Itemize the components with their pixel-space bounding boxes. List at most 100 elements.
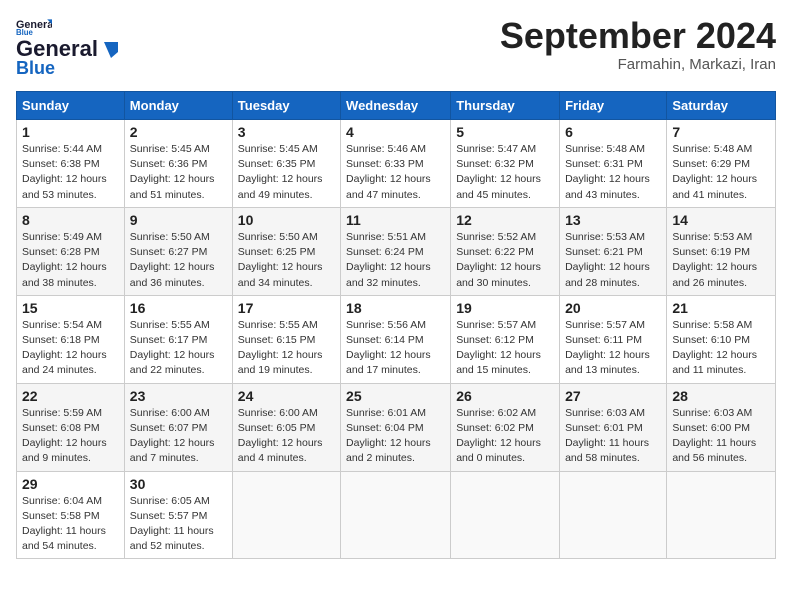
calendar-cell: 9Sunrise: 5:50 AMSunset: 6:27 PMDaylight… [124,207,232,295]
calendar-table: Sunday Monday Tuesday Wednesday Thursday… [16,91,776,559]
col-saturday: Saturday [667,92,776,120]
calendar-cell: 24 Sunrise: 6:00 AMSunset: 6:05 PMDayligh… [232,383,340,471]
logo-icon: General Blue [16,16,52,36]
calendar-cell: 25 Sunrise: 6:01 AMSunset: 6:04 PMDayligh… [341,383,451,471]
day-number: 15 [22,300,119,316]
day-number: 14 [672,212,770,228]
calendar-week-row: 1 Sunrise: 5:44 AMSunset: 6:38 PMDaylight… [17,120,776,208]
day-number: 17 [238,300,335,316]
calendar-cell: 2 Sunrise: 5:45 AMSunset: 6:36 PMDaylight… [124,120,232,208]
calendar-cell: 28 Sunrise: 6:03 AMSunset: 6:00 PMDayligh… [667,383,776,471]
day-number: 25 [346,388,445,404]
day-info: Sunrise: 5:53 AMSunset: 6:19 PMDaylight:… [672,230,770,291]
calendar-cell: 16 Sunrise: 5:55 AMSunset: 6:17 PMDayligh… [124,295,232,383]
calendar-cell: 1 Sunrise: 5:44 AMSunset: 6:38 PMDaylight… [17,120,125,208]
day-number: 29 [22,476,119,492]
day-info: Sunrise: 5:56 AMSunset: 6:14 PMDaylight:… [346,318,445,379]
day-info: Sunrise: 5:59 AMSunset: 6:08 PMDaylight:… [22,406,119,467]
col-thursday: Thursday [451,92,560,120]
day-number: 9 [130,212,227,228]
day-info: Sunrise: 5:54 AMSunset: 6:18 PMDaylight:… [22,318,119,379]
calendar-week-row: 8Sunrise: 5:49 AMSunset: 6:28 PMDaylight… [17,207,776,295]
calendar-cell: 22 Sunrise: 5:59 AMSunset: 6:08 PMDayligh… [17,383,125,471]
day-number: 2 [130,124,227,140]
day-info: Sunrise: 5:57 AMSunset: 6:11 PMDaylight:… [565,318,661,379]
day-info: Sunrise: 6:02 AMSunset: 6:02 PMDaylight:… [456,406,554,467]
day-number: 22 [22,388,119,404]
calendar-cell: 26 Sunrise: 6:02 AMSunset: 6:02 PMDayligh… [451,383,560,471]
day-number: 1 [22,124,119,140]
day-number: 3 [238,124,335,140]
title-block: September 2024 Farmahin, Markazi, Iran [500,16,776,73]
day-info: Sunrise: 5:52 AMSunset: 6:22 PMDaylight:… [456,230,554,291]
calendar-cell: 10Sunrise: 5:50 AMSunset: 6:25 PMDayligh… [232,207,340,295]
calendar-cell: 23 Sunrise: 6:00 AMSunset: 6:07 PMDayligh… [124,383,232,471]
calendar-week-row: 22 Sunrise: 5:59 AMSunset: 6:08 PMDayligh… [17,383,776,471]
day-info: Sunrise: 5:58 AMSunset: 6:10 PMDaylight:… [672,318,770,379]
day-info: Sunrise: 6:00 AMSunset: 6:07 PMDaylight:… [130,406,227,467]
calendar-cell: 30 Sunrise: 6:05 AMSunset: 5:57 PMDayligh… [124,471,232,559]
day-number: 7 [672,124,770,140]
calendar-cell: 27Sunrise: 6:03 AMSunset: 6:01 PMDayligh… [560,383,667,471]
day-info: Sunrise: 5:50 AMSunset: 6:25 PMDaylight:… [238,230,335,291]
day-number: 11 [346,212,445,228]
day-info: Sunrise: 5:51 AMSunset: 6:24 PMDaylight:… [346,230,445,291]
day-info: Sunrise: 5:45 AMSunset: 6:35 PMDaylight:… [238,142,335,203]
col-monday: Monday [124,92,232,120]
day-number: 18 [346,300,445,316]
day-number: 19 [456,300,554,316]
day-info: Sunrise: 6:04 AMSunset: 5:58 PMDaylight:… [22,494,119,555]
day-info: Sunrise: 5:48 AMSunset: 6:31 PMDaylight:… [565,142,661,203]
calendar-cell: 13Sunrise: 5:53 AMSunset: 6:21 PMDayligh… [560,207,667,295]
day-number: 23 [130,388,227,404]
day-info: Sunrise: 5:57 AMSunset: 6:12 PMDaylight:… [456,318,554,379]
calendar-cell [560,471,667,559]
day-number: 16 [130,300,227,316]
day-info: Sunrise: 5:44 AMSunset: 6:38 PMDaylight:… [22,142,119,203]
day-info: Sunrise: 5:49 AMSunset: 6:28 PMDaylight:… [22,230,119,291]
svg-text:Blue: Blue [16,28,34,36]
col-sunday: Sunday [17,92,125,120]
day-info: Sunrise: 5:55 AMSunset: 6:15 PMDaylight:… [238,318,335,379]
calendar-week-row: 29 Sunrise: 6:04 AMSunset: 5:58 PMDayligh… [17,471,776,559]
calendar-cell: 17 Sunrise: 5:55 AMSunset: 6:15 PMDayligh… [232,295,340,383]
col-tuesday: Tuesday [232,92,340,120]
day-number: 28 [672,388,770,404]
calendar-cell: 15 Sunrise: 5:54 AMSunset: 6:18 PMDayligh… [17,295,125,383]
col-friday: Friday [560,92,667,120]
logo: General Blue General Blue [16,16,124,79]
day-info: Sunrise: 6:00 AMSunset: 6:05 PMDaylight:… [238,406,335,467]
col-wednesday: Wednesday [341,92,451,120]
calendar-cell [667,471,776,559]
calendar-cell: 7 Sunrise: 5:48 AMSunset: 6:29 PMDaylight… [667,120,776,208]
page-header: General Blue General Blue September 2024… [16,16,776,79]
day-info: Sunrise: 5:47 AMSunset: 6:32 PMDaylight:… [456,142,554,203]
day-number: 21 [672,300,770,316]
day-number: 13 [565,212,661,228]
day-number: 30 [130,476,227,492]
day-info: Sunrise: 5:55 AMSunset: 6:17 PMDaylight:… [130,318,227,379]
calendar-cell: 19 Sunrise: 5:57 AMSunset: 6:12 PMDayligh… [451,295,560,383]
day-number: 5 [456,124,554,140]
day-number: 27 [565,388,661,404]
calendar-cell: 11 Sunrise: 5:51 AMSunset: 6:24 PMDayligh… [341,207,451,295]
calendar-cell: 18 Sunrise: 5:56 AMSunset: 6:14 PMDayligh… [341,295,451,383]
calendar-cell: 5 Sunrise: 5:47 AMSunset: 6:32 PMDaylight… [451,120,560,208]
day-info: Sunrise: 5:45 AMSunset: 6:36 PMDaylight:… [130,142,227,203]
calendar-cell: 4Sunrise: 5:46 AMSunset: 6:33 PMDaylight… [341,120,451,208]
calendar-cell [341,471,451,559]
day-number: 12 [456,212,554,228]
day-info: Sunrise: 5:46 AMSunset: 6:33 PMDaylight:… [346,142,445,203]
calendar-cell: 6Sunrise: 5:48 AMSunset: 6:31 PMDaylight… [560,120,667,208]
day-info: Sunrise: 5:48 AMSunset: 6:29 PMDaylight:… [672,142,770,203]
day-number: 26 [456,388,554,404]
day-info: Sunrise: 6:05 AMSunset: 5:57 PMDaylight:… [130,494,227,555]
calendar-cell: 21 Sunrise: 5:58 AMSunset: 6:10 PMDayligh… [667,295,776,383]
day-number: 24 [238,388,335,404]
calendar-cell: 20Sunrise: 5:57 AMSunset: 6:11 PMDayligh… [560,295,667,383]
calendar-cell [232,471,340,559]
calendar-cell: 8Sunrise: 5:49 AMSunset: 6:28 PMDaylight… [17,207,125,295]
day-info: Sunrise: 6:03 AMSunset: 6:00 PMDaylight:… [672,406,770,467]
logo-blue: Blue [16,58,55,79]
day-info: Sunrise: 6:01 AMSunset: 6:04 PMDaylight:… [346,406,445,467]
